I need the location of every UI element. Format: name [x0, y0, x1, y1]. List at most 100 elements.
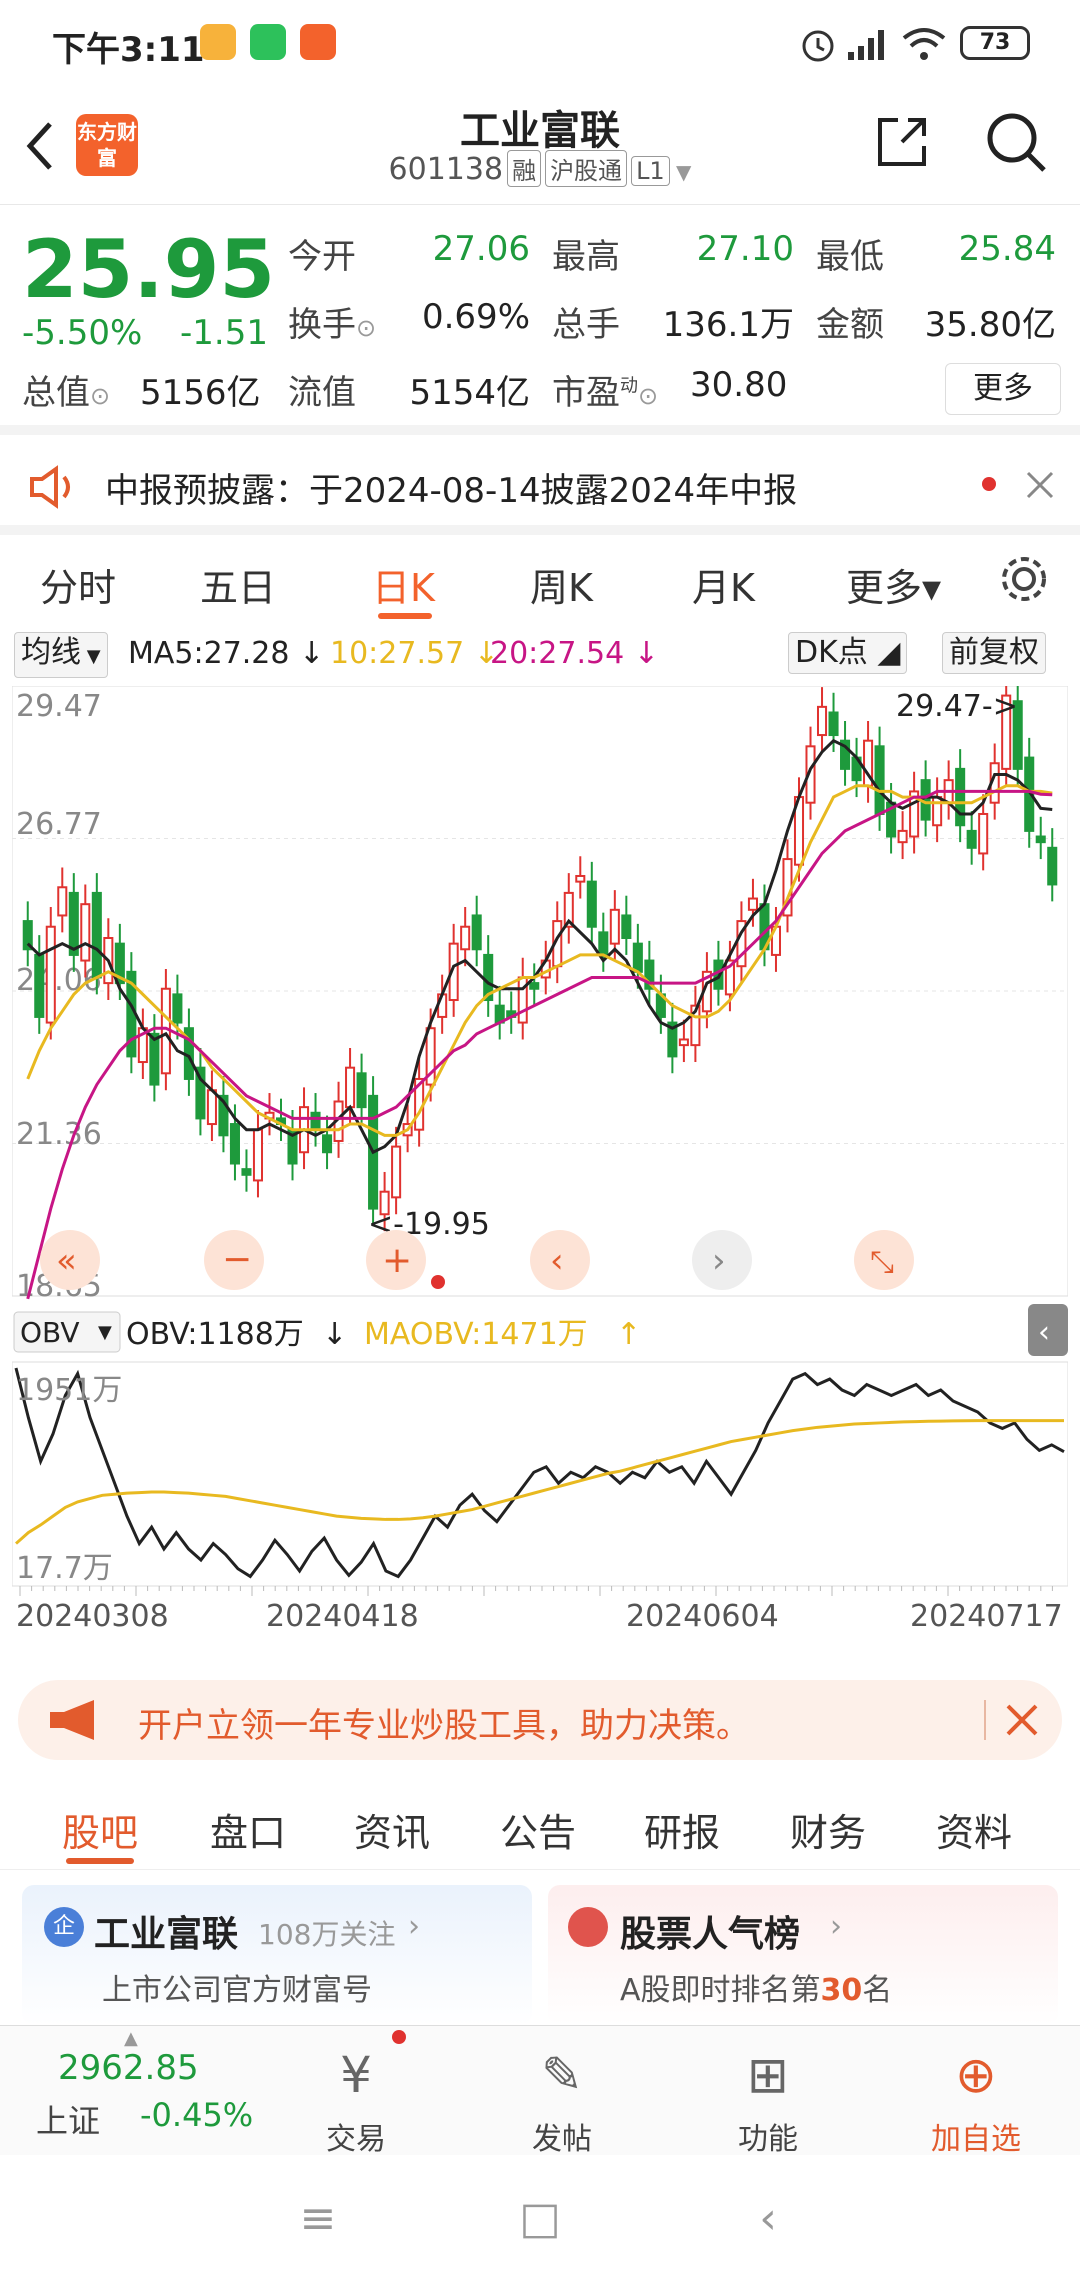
tab-research[interactable]: 研报	[644, 1802, 720, 1857]
tab-profile[interactable]: 资料	[936, 1802, 1012, 1857]
ma10-label: 10:27.57 ↓	[330, 636, 499, 671]
stock-code: 601138	[388, 152, 504, 187]
obv-header: OBV ▼ OBV:1188万 ↓ MAOBV:1471万 ↑ ‹	[13, 1304, 1068, 1356]
gear-icon[interactable]	[998, 553, 1050, 605]
candle	[310, 1111, 321, 1131]
active-tab-indicator	[66, 1858, 134, 1864]
period-tabs: 分时 五日 日K 周K 月K 更多▾	[0, 535, 1080, 625]
tag-hk-connect: 沪股通	[545, 150, 628, 187]
index-value[interactable]: 2962.85	[58, 2048, 199, 2088]
obv-line	[14, 1367, 1065, 1579]
candle	[955, 767, 966, 827]
tab-intraday[interactable]: 分时	[40, 557, 116, 612]
volume-label: 总手	[552, 305, 620, 345]
tab-finance[interactable]: 财务	[790, 1802, 866, 1857]
ma20-label: 20:27.54 ↓	[490, 636, 659, 671]
candle	[471, 914, 482, 951]
company-card[interactable]: 企 工业富联 108万关注 › 上市公司官方财富号	[22, 1885, 532, 2025]
minus-icon: −	[222, 1239, 252, 1280]
tab-forum[interactable]: 股吧	[62, 1802, 138, 1857]
promo-banner[interactable]: 开户立领一年专业炒股工具，助力决策。	[18, 1680, 1062, 1760]
chevron-left-icon: ‹	[1038, 1315, 1050, 1350]
tab-weekly-k[interactable]: 周K	[530, 557, 593, 612]
compose-icon[interactable]: ✎	[502, 2046, 622, 2104]
candle	[241, 1168, 252, 1176]
search-icon[interactable]	[982, 108, 1050, 176]
obv-top-tick: 1951万	[16, 1373, 122, 1408]
bar-chart-icon	[568, 1907, 608, 1947]
open-value: 27.06	[432, 229, 530, 269]
dk-point-button[interactable]: DK点 ◢	[788, 632, 908, 674]
turnover-label[interactable]: 换手⊙	[288, 297, 376, 346]
nav-post[interactable]: 发帖	[502, 2114, 622, 2158]
tab-orderbook[interactable]: 盘口	[210, 1802, 286, 1857]
candle	[80, 903, 91, 962]
candle	[529, 982, 540, 990]
candle	[45, 925, 56, 1024]
tab-daily-k[interactable]: 日K	[372, 557, 435, 612]
alarm-icon	[802, 30, 834, 62]
pe-label[interactable]: 市盈动⊙	[552, 365, 658, 414]
share-icon[interactable]	[872, 112, 932, 172]
kline-chart[interactable]: 29.47 26.77 24.06 21.36 18.65 29.47-> <-…	[12, 686, 1068, 1662]
tab-news[interactable]: 资讯	[354, 1802, 430, 1857]
tab-announcements[interactable]: 公告	[500, 1802, 576, 1857]
y-tick-label: 21.36	[16, 1117, 102, 1152]
ma-legend: 均线 ▼ MA5:27.28 ↓ 10:27.57 ↓ 20:27.54 ↓ D…	[0, 628, 1080, 683]
dropdown-triangle-icon: ▼	[669, 160, 692, 184]
x-date-label: 20240717	[910, 1599, 1063, 1634]
maobv-line	[15, 1419, 1064, 1545]
grid-icon[interactable]: ⊞	[708, 2046, 828, 2104]
more-button[interactable]: 更多	[945, 363, 1061, 415]
unread-dot	[982, 477, 996, 491]
home-square-icon[interactable]: □	[500, 2193, 580, 2244]
back-icon[interactable]: ‹	[728, 2193, 808, 2244]
menu-icon[interactable]: ≡	[278, 2193, 358, 2244]
candle	[609, 908, 620, 945]
ma5-label: MA5:27.28 ↓	[128, 636, 325, 671]
tab-monthly-k[interactable]: 月K	[692, 557, 755, 612]
active-tab-indicator	[378, 613, 432, 619]
popularity-card[interactable]: 股票人气榜 › A股即时排名第30名	[548, 1885, 1058, 2025]
candle	[91, 891, 102, 979]
nav-add-watchlist[interactable]: 加自选	[916, 2114, 1036, 2158]
y-tick-label: 29.47	[16, 689, 102, 724]
expand-icon: ⤡	[870, 1245, 894, 1280]
tab-five-day[interactable]: 五日	[200, 557, 276, 612]
rewind-icon: «	[56, 1241, 77, 1281]
chevron-left-icon: ‹	[550, 1241, 564, 1281]
promo-text: 开户立领一年专业炒股工具，助力决策。	[138, 1706, 750, 1746]
tab-more[interactable]: 更多▾	[846, 557, 941, 612]
close-icon[interactable]	[1002, 1700, 1042, 1740]
nav-functions[interactable]: 功能	[708, 2114, 828, 2158]
megaphone-icon	[50, 1700, 94, 1740]
maobv-up-arrow-icon: ↑	[616, 1317, 641, 1352]
low-label: 最低	[816, 237, 884, 277]
amount-value: 35.80亿	[924, 305, 1056, 345]
x-date-label: 20240308	[16, 1599, 169, 1634]
indicator-selector[interactable]: 均线 ▼	[14, 632, 108, 678]
notice-bar[interactable]: 中报预披露：于2024-08-14披露2024年中报	[0, 445, 1080, 535]
nav-trade[interactable]: 交易	[296, 2114, 416, 2158]
follower-count: 108万关注	[258, 1918, 396, 1951]
company-card-title: 工业富联	[94, 1914, 239, 1955]
candle	[678, 1038, 689, 1047]
trade-icon[interactable]: ¥	[296, 2046, 416, 2104]
chevron-right-icon: ›	[830, 1909, 842, 1944]
company-card-subtitle: 上市公司官方财富号	[102, 1973, 372, 2008]
adjust-button[interactable]: 前复权	[942, 632, 1046, 674]
signal-icon	[848, 30, 884, 60]
quote-panel: 25.95 -5.50% -1.51 今开 27.06 最高 27.10 最低 …	[0, 205, 1080, 435]
close-icon[interactable]	[1022, 467, 1058, 503]
mktcap-label[interactable]: 总值⊙	[22, 365, 110, 414]
candle	[34, 953, 45, 1018]
high-value: 27.10	[696, 229, 794, 269]
unread-dot	[392, 2030, 406, 2044]
ma5-line	[26, 738, 1053, 1155]
candle	[978, 812, 989, 855]
index-name: 上证	[36, 2102, 101, 2140]
promo-divider	[984, 1700, 986, 1740]
candle	[149, 1032, 160, 1086]
add-circle-icon[interactable]: ⊕	[916, 2046, 1036, 2104]
candle	[966, 829, 977, 849]
